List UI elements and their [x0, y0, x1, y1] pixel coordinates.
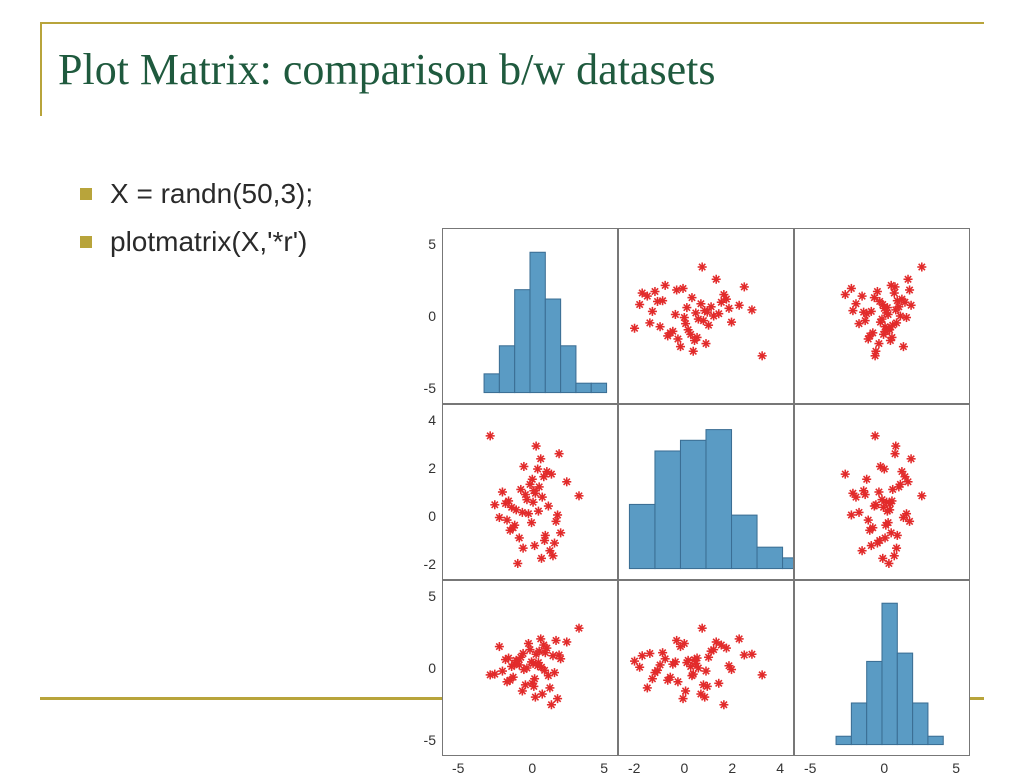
- plot-matrix: 5 0 -5 4 2 0 -2 5 0 -5 -5 0 5: [402, 228, 982, 668]
- y-axis-labels-row2: 4 2 0 -2: [402, 404, 442, 580]
- plot-cell-3-3-histogram: [794, 580, 970, 756]
- plot-cell-2-2-histogram: [618, 404, 794, 580]
- x-axis-labels-col2: -2 0 2 4: [618, 756, 794, 784]
- y-axis-labels-row3: 5 0 -5: [402, 580, 442, 756]
- plot-cell-2-3-scatter: [794, 404, 970, 580]
- plot-cell-2-1-scatter: [442, 404, 618, 580]
- plot-cell-3-1-scatter: [442, 580, 618, 756]
- plot-cell-1-1-histogram: [442, 228, 618, 404]
- x-axis-labels-col1: -5 0 5: [442, 756, 618, 784]
- plot-cell-3-2-scatter: [618, 580, 794, 756]
- bullet-item: X = randn(50,3);: [80, 175, 984, 213]
- y-axis-labels-row1: 5 0 -5: [402, 228, 442, 404]
- slide-title: Plot Matrix: comparison b/w datasets: [58, 44, 984, 95]
- plot-cell-1-2-scatter: [618, 228, 794, 404]
- slide: Plot Matrix: comparison b/w datasets X =…: [0, 0, 1024, 768]
- plot-cell-1-3-scatter: [794, 228, 970, 404]
- x-axis-labels-col3: -5 0 5: [794, 756, 970, 784]
- title-corner-accent: [40, 22, 60, 116]
- title-top-line: [58, 22, 984, 24]
